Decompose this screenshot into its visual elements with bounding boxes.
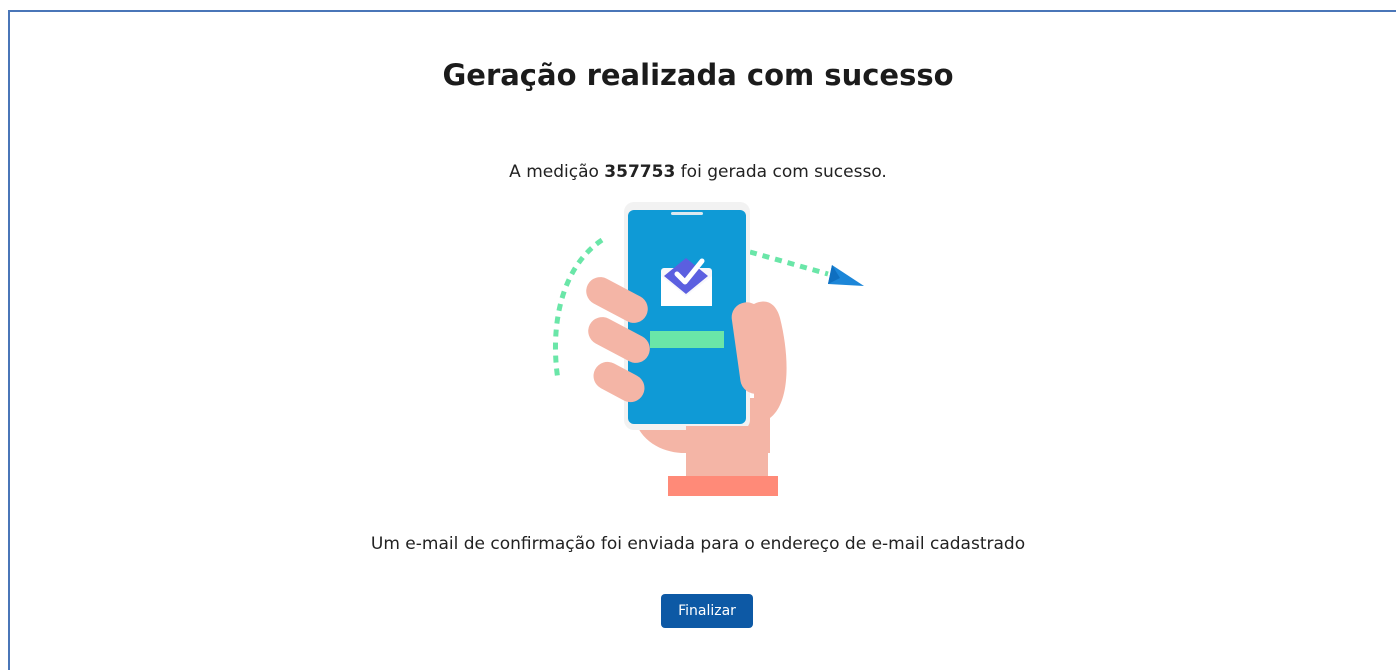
page-title: Geração realizada com sucesso (442, 58, 954, 92)
dashed-arc (553, 237, 604, 381)
phone-screen (628, 210, 746, 424)
confirmation-message: Um e-mail de confirmação foi enviada par… (370, 534, 1026, 554)
finish-button[interactable]: Finalizar (661, 594, 753, 628)
wrist (686, 426, 768, 478)
success-message: A medição 357753 foi gerada com sucesso. (0, 162, 1396, 182)
green-bar (650, 331, 724, 348)
message-prefix: A medição (509, 162, 605, 182)
phone-mail-confirmation-illustration (553, 202, 864, 496)
measurement-number: 357753 (604, 162, 676, 182)
sleeve (668, 476, 778, 496)
dashed-trail (749, 249, 829, 277)
phone-speaker (671, 212, 703, 215)
message-suffix: foi gerada com sucesso. (675, 162, 887, 182)
